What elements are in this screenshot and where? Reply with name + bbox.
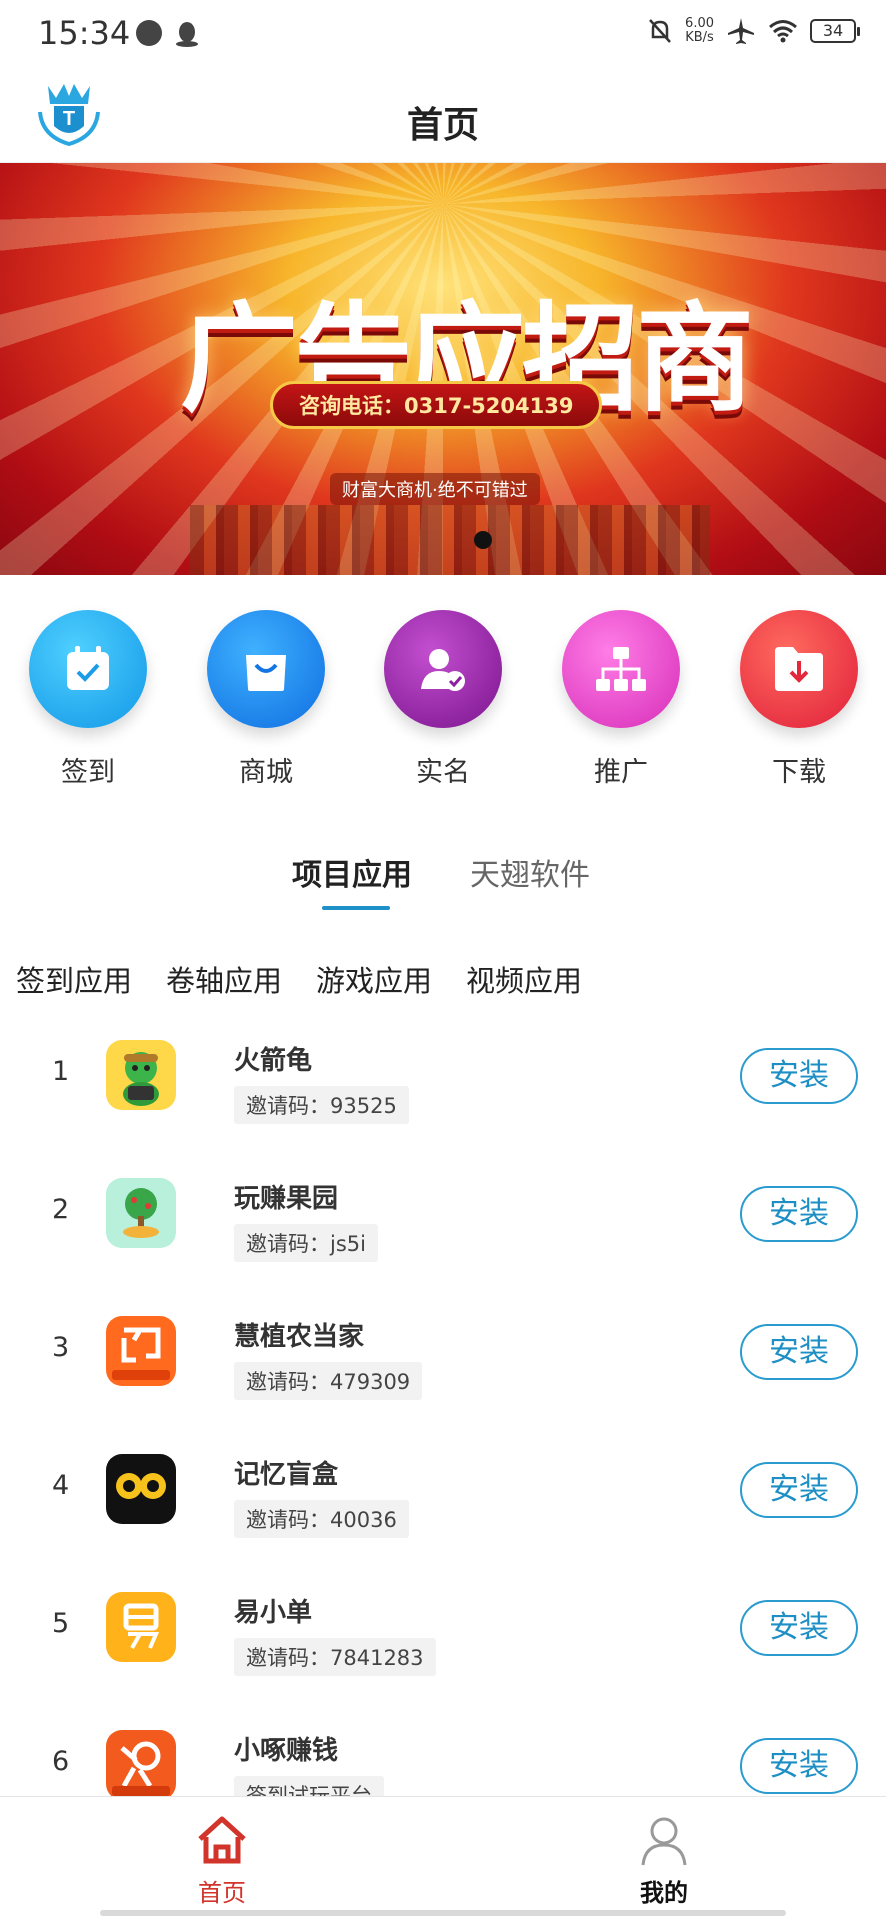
app-rank: 3 [52, 1332, 70, 1363]
status-left-icons [136, 20, 200, 48]
quick-menu-label: 下载 [772, 757, 826, 788]
app-name: 慧植农当家 [234, 1322, 365, 1352]
gesture-bar[interactable] [100, 1910, 786, 1916]
nav-home[interactable]: 首页 [162, 1813, 282, 1908]
app-invite-code: 邀请码：93525 [234, 1086, 409, 1124]
app-row[interactable]: 4 记忆盲盒 邀请码：40036 安装 [0, 1434, 886, 1572]
category-signin-apps[interactable]: 签到应用 [16, 958, 132, 1000]
app-row[interactable]: 1 火箭龟 邀请码：93525 安装 [0, 1020, 886, 1158]
user-icon [641, 1817, 687, 1866]
orange-bag-app-icon [106, 1316, 176, 1386]
user-verified-icon [421, 649, 465, 691]
app-invite-code: 邀请码：7841283 [234, 1638, 436, 1676]
quick-menu-label: 签到 [61, 757, 115, 788]
home-icon [198, 1816, 246, 1864]
install-button[interactable]: 安装 [740, 1324, 858, 1380]
app-name: 玩赚果园 [234, 1184, 339, 1214]
quick-menu-label: 实名 [416, 757, 470, 788]
tab-active-underline [322, 906, 390, 910]
turtle-app-icon [106, 1040, 176, 1110]
quick-menu-download-circle [740, 610, 858, 728]
quick-menu-realname-circle [384, 610, 502, 728]
quick-menu-label: 商城 [239, 757, 293, 788]
mute-icon [649, 19, 671, 43]
quick-menu-download[interactable]: 下载 [724, 610, 874, 789]
net-speed-unit: KB/s [685, 30, 714, 45]
app-root: 15:34 6.00 KB/s 34 T 首页 广告应招商 咨询电话：0317-… [0, 0, 886, 1920]
install-button[interactable]: 安装 [740, 1186, 858, 1242]
net-speed: 6.00 KB/s [685, 17, 714, 45]
app-list: 1 火箭龟 邀请码：93525 安装 2 玩赚果园 邀请码：js5i 安装 3 … [0, 1020, 886, 1796]
quick-menu-label: 推广 [594, 757, 648, 788]
banner-indicator-dot[interactable] [474, 531, 492, 549]
install-button[interactable]: 安装 [740, 1462, 858, 1518]
status-bar: 15:34 6.00 KB/s 34 [0, 0, 886, 68]
quick-menu-realname[interactable]: 实名 [368, 610, 518, 789]
app-rank: 6 [52, 1746, 70, 1777]
category-video-apps[interactable]: 视频应用 [466, 958, 582, 1000]
battery-icon: 34 [810, 19, 860, 43]
app-header: T 首页 [0, 68, 886, 163]
status-time: 15:34 [38, 14, 131, 52]
app-row[interactable]: 6 小啄赚钱 签到试玩平台 安装 [0, 1710, 886, 1796]
app-row[interactable]: 5 易小单 邀请码：7841283 安装 [0, 1572, 886, 1710]
app-rank: 4 [52, 1470, 70, 1501]
tree-app-icon [106, 1178, 176, 1248]
net-speed-value: 6.00 [685, 16, 714, 31]
app-name: 小啄赚钱 [234, 1736, 339, 1766]
app-rank: 2 [52, 1194, 70, 1225]
bird-app-icon [106, 1730, 176, 1796]
yi-app-icon [106, 1592, 176, 1662]
category-filter: 签到应用 卷轴应用 游戏应用 视频应用 [16, 958, 582, 1000]
install-button[interactable]: 安装 [740, 1738, 858, 1794]
nav-mine[interactable]: 我的 [604, 1813, 724, 1908]
app-row[interactable]: 3 慧植农当家 邀请码：479309 安装 [0, 1296, 886, 1434]
app-row[interactable]: 2 玩赚果园 邀请码：js5i 安装 [0, 1158, 886, 1296]
folder-download-icon [775, 647, 823, 691]
banner-city-skyline [190, 505, 710, 575]
page-title: 首页 [406, 105, 479, 146]
quick-menu: 签到 商城 实名 推广 下载 [0, 610, 886, 790]
install-button[interactable]: 安装 [740, 1600, 858, 1656]
install-button[interactable]: 安装 [740, 1048, 858, 1104]
shopping-bag-icon [246, 655, 286, 691]
calendar-check-icon [67, 646, 109, 690]
tab-project-apps[interactable]: 项目应用 [292, 850, 412, 894]
quick-menu-promote-circle [562, 610, 680, 728]
airplane-icon [728, 18, 754, 44]
qq-icon [176, 22, 198, 47]
ad-banner[interactable]: 广告应招商 咨询电话：0317-5204139 财富大商机·绝不可错过 [0, 163, 886, 575]
project-tabs: 项目应用 天翅软件 [0, 850, 886, 910]
status-right-icons: 6.00 KB/s 34 [647, 16, 860, 46]
app-rank: 1 [52, 1056, 70, 1087]
bottom-nav: 首页 我的 [0, 1796, 886, 1920]
quick-menu-promote[interactable]: 推广 [546, 610, 696, 789]
quick-menu-signin-circle [29, 610, 147, 728]
nav-home-label: 首页 [198, 1879, 246, 1907]
tab-tianchi-software[interactable]: 天翅软件 [470, 850, 590, 894]
quick-menu-signin[interactable]: 签到 [13, 610, 163, 789]
banner-phone: 咨询电话：0317-5204139 [270, 381, 603, 429]
banner-slogan: 财富大商机·绝不可错过 [330, 473, 540, 505]
category-game-apps[interactable]: 游戏应用 [316, 958, 432, 1000]
wifi-icon [769, 20, 797, 43]
nav-mine-label: 我的 [640, 1879, 688, 1907]
app-invite-code: 邀请码：js5i [234, 1224, 378, 1262]
owl-eyes-app-icon [106, 1454, 176, 1524]
app-invite-code: 邀请码：40036 [234, 1500, 409, 1538]
category-scroll-apps[interactable]: 卷轴应用 [166, 958, 282, 1000]
quick-menu-mall[interactable]: 商城 [191, 610, 341, 789]
app-invite-code: 签到试玩平台 [234, 1776, 384, 1796]
app-invite-code: 邀请码：479309 [234, 1362, 423, 1400]
settings-dot-icon [136, 20, 162, 46]
app-name: 记忆盲盒 [234, 1460, 339, 1490]
app-name: 火箭龟 [234, 1046, 313, 1076]
hierarchy-icon [596, 647, 646, 691]
app-name: 易小单 [234, 1598, 313, 1628]
app-rank: 5 [52, 1608, 70, 1639]
quick-menu-mall-circle [207, 610, 325, 728]
